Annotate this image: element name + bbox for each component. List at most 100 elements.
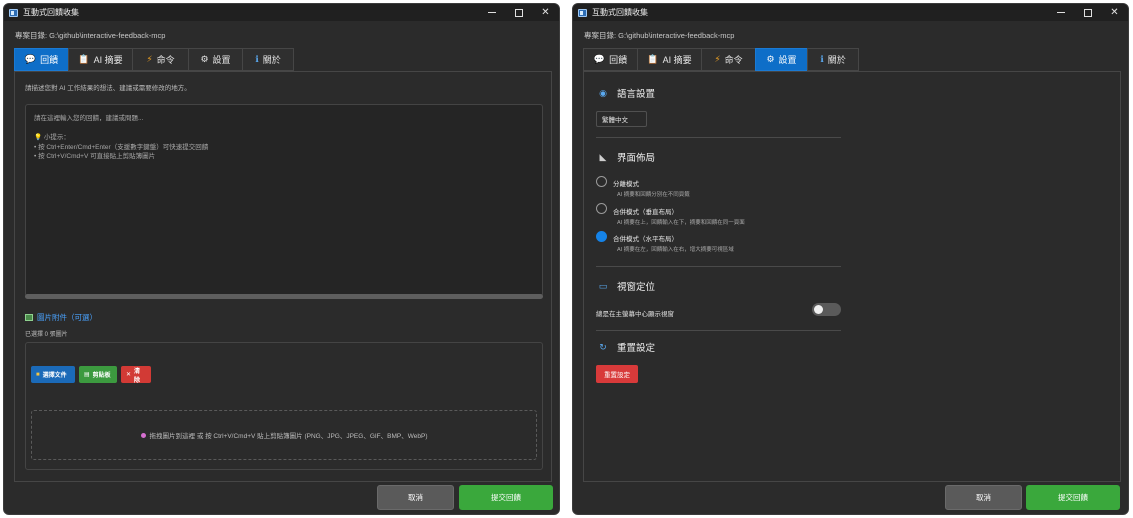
tab-label: 回饋 (40, 55, 59, 65)
tab-label: 設置 (778, 55, 797, 65)
app-icon (9, 8, 18, 17)
tab-feedback[interactable]: 💬 回饋 (14, 48, 68, 71)
title-bar[interactable]: 互動式回饋收集 ✕ (4, 4, 559, 21)
clear-label: 清除 (134, 368, 141, 384)
lightning-icon: ⚡ (146, 54, 153, 64)
tab-about[interactable]: ℹ 關於 (242, 48, 294, 71)
tab-commands[interactable]: ⚡ 命令 (701, 48, 755, 71)
drop-hint: 拖拽圖片到這裡 或 按 Ctrl+V/Cmd+V 貼上剪貼簿圖片 (PNG、JP… (149, 433, 428, 440)
image-count: 已選擇 0 張圖片 (25, 332, 68, 338)
maximize-icon[interactable] (1074, 4, 1101, 21)
layout-radio-separate[interactable] (596, 176, 607, 187)
submit-feedback-button[interactable]: 提交回饋 (1026, 485, 1120, 510)
speech-bubble-icon: 💬 (593, 54, 606, 64)
clipboard-icon: ▤ (84, 372, 90, 378)
submit-feedback-button[interactable]: 提交回饋 (459, 485, 553, 510)
language-select[interactable]: 繁體中文 (596, 111, 647, 127)
tab-ai-summary[interactable]: 📋 AI 摘要 (637, 48, 701, 71)
select-file-label: 選擇文件 (42, 373, 67, 379)
image-drop-zone[interactable]: 拖拽圖片到這裡 或 按 Ctrl+V/Cmd+V 貼上剪貼簿圖片 (PNG、JP… (31, 410, 537, 460)
tab-label: 回饋 (609, 55, 628, 65)
layout-option-title: 合併模式（水平布局） (613, 236, 678, 243)
language-section-label: 語言設置 (617, 89, 656, 100)
monitor-icon: ▭ (598, 280, 608, 291)
settings-window: 互動式回饋收集 ✕ 專案目錄: G:\github\interactive-fe… (572, 3, 1129, 515)
window-section-label: 視窗定位 (617, 282, 656, 293)
layout-section-title: ◣ 界面佈局 (598, 150, 656, 165)
tip-line: • 按 Ctrl+Enter/Cmd+Enter（支援數字鍵盤）可快速提交回饋 (34, 143, 209, 151)
layout-option-title: 合併模式（垂直布局） (613, 209, 678, 216)
reset-section-label: 重置設定 (617, 343, 656, 354)
window-title: 互動式回饋收集 (592, 8, 648, 17)
window-section-title: ▭ 視窗定位 (598, 279, 656, 294)
clipboard-button[interactable]: ▤ 剪貼板 (79, 366, 117, 383)
tab-label: 命令 (724, 55, 743, 65)
clipboard-icon: 📋 (78, 54, 90, 64)
maximize-icon[interactable] (505, 4, 532, 21)
window-option-label: 總是在主螢幕中心顯示視窗 (596, 311, 674, 318)
gear-icon: ⚙ (200, 54, 209, 64)
tab-about[interactable]: ℹ 關於 (807, 48, 859, 71)
info-icon: ℹ (255, 54, 259, 64)
layout-radio-horizontal[interactable] (596, 231, 607, 242)
select-file-button[interactable]: ■ 選擇文件 (31, 366, 75, 383)
gear-icon: ⚙ (766, 54, 775, 64)
image-section-title: 圖片附件（可選） (25, 312, 97, 323)
settings-panel: ◉ 語言設置 繁體中文 ◣ 界面佈局 分離模式 AI 摘要和回饋分別在不同頁籤 … (583, 71, 1121, 482)
tab-label: AI 摘要 (93, 55, 123, 65)
layout-option-desc: AI 摘要在上，回饋輸入在下，摘要和回饋在同一頁面 (617, 220, 745, 226)
tab-bar: 💬 回饋 📋 AI 摘要 ⚡ 命令 ⚙ 設置 ℹ 關於 (583, 48, 859, 71)
x-icon: ✕ (126, 372, 132, 378)
lightning-icon: ⚡ (714, 54, 721, 64)
tip-title: 💡 小提示： (34, 134, 70, 141)
tip-line: • 按 Ctrl+V/Cmd+V 可直接貼上剪貼簿圖片 (34, 153, 156, 160)
clear-button[interactable]: ✕ 清除 (121, 366, 151, 384)
divider (596, 137, 841, 138)
window-title: 互動式回饋收集 (23, 8, 79, 17)
layout-option-title: 分離模式 (613, 181, 639, 188)
tab-label: 設置 (212, 55, 231, 65)
ruler-icon: ◣ (599, 151, 607, 162)
picture-icon (25, 314, 33, 321)
tab-feedback[interactable]: 💬 回饋 (583, 48, 637, 71)
horizontal-scrollbar[interactable] (25, 294, 543, 299)
divider (596, 330, 841, 331)
feedback-window: 互動式回饋收集 ✕ 專案目錄: G:\github\interactive-fe… (3, 3, 560, 515)
tab-commands[interactable]: ⚡ 命令 (132, 48, 188, 71)
tab-settings[interactable]: ⚙ 設置 (188, 48, 242, 71)
close-icon[interactable]: ✕ (532, 4, 559, 21)
center-window-toggle[interactable] (812, 303, 841, 316)
image-section-label: 圖片附件（可選） (37, 313, 97, 322)
cancel-button[interactable]: 取消 (945, 485, 1022, 510)
speech-bubble-icon: 💬 (24, 54, 37, 64)
feedback-placeholder: 請在這裡輸入您的回饋，建議或問題... (34, 115, 144, 122)
project-path: 專案目錄: G:\github\interactive-feedback-mcp (584, 31, 735, 40)
layout-section-label: 界面佈局 (617, 153, 656, 164)
feedback-panel: 請描述您對 AI 工作結果的想法、建議或需要修改的地方。 請在這裡輸入您的回饋，… (14, 71, 552, 482)
title-bar[interactable]: 互動式回饋收集 ✕ (573, 4, 1128, 21)
minimize-icon[interactable] (1047, 4, 1074, 21)
info-icon: ℹ (820, 54, 824, 64)
language-section-title: ◉ 語言設置 (598, 86, 656, 101)
refresh-icon: ↻ (599, 341, 607, 352)
divider (596, 266, 841, 267)
tab-settings[interactable]: ⚙ 設置 (755, 48, 807, 71)
cancel-button[interactable]: 取消 (377, 485, 454, 510)
drop-icon (140, 432, 146, 438)
tab-bar: 💬 回饋 📋 AI 摘要 ⚡ 命令 ⚙ 設置 ℹ 關於 (14, 48, 294, 71)
folder-icon: ■ (36, 371, 40, 378)
tab-ai-summary[interactable]: 📋 AI 摘要 (68, 48, 132, 71)
reset-settings-button[interactable]: 重置設定 (596, 365, 638, 383)
feedback-textarea[interactable]: 請在這裡輸入您的回饋，建議或問題... 💡 小提示： • 按 Ctrl+Ente… (25, 104, 543, 297)
image-attachment-area: ■ 選擇文件 ▤ 剪貼板 ✕ 清除 拖拽圖片到這裡 或 按 Ctrl+V/Cmd… (25, 342, 543, 470)
tab-label: 命令 (156, 55, 175, 65)
reset-section-title: ↻ 重置設定 (598, 340, 656, 355)
layout-radio-vertical[interactable] (596, 203, 607, 214)
clipboard-label: 剪貼板 (92, 373, 111, 379)
minimize-icon[interactable] (478, 4, 505, 21)
close-icon[interactable]: ✕ (1101, 4, 1128, 21)
tab-label: 關於 (827, 55, 846, 65)
feedback-hint: 請描述您對 AI 工作結果的想法、建議或需要修改的地方。 (25, 85, 191, 92)
tab-label: 關於 (262, 55, 281, 65)
layout-option-desc: AI 摘要在左，回饋輸入在右，增大摘要可視區域 (617, 247, 734, 253)
